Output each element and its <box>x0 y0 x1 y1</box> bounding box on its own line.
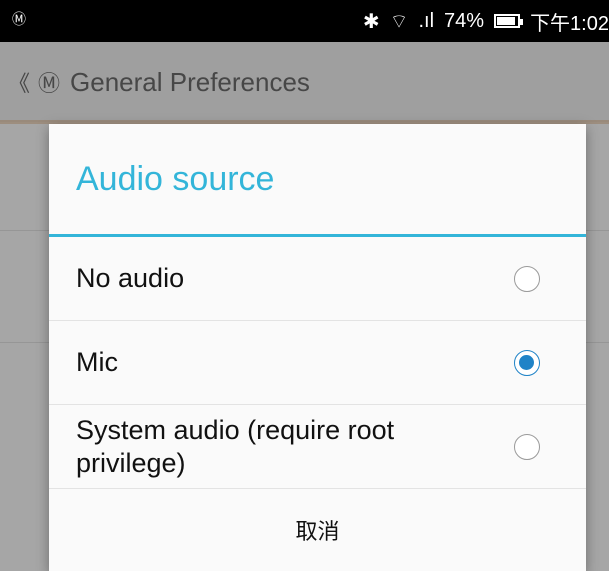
bluetooth-icon: ✱ <box>362 10 380 33</box>
audio-source-dialog: Audio source No audio Mic System audio (… <box>49 124 586 571</box>
battery-percent: 74% <box>444 9 485 32</box>
option-no-audio[interactable]: No audio <box>49 237 586 321</box>
cancel-button[interactable]: 取消 <box>49 489 586 571</box>
battery-icon <box>494 14 524 28</box>
wifi-icon: ⌔ <box>389 10 409 33</box>
recording-indicator-icon: Ⓜ <box>12 11 26 27</box>
option-mic[interactable]: Mic <box>49 321 586 405</box>
radio-no-audio[interactable] <box>514 265 540 292</box>
option-label: No audio <box>76 263 185 293</box>
radio-mic[interactable] <box>514 349 540 376</box>
clock: 下午1:02 <box>530 12 609 35</box>
status-bar: Ⓜ ✱ ⌔ .ıl 74% 下午1:02 <box>0 0 609 42</box>
status-icons: ✱ ⌔ .ıl 74% 下午1:02 <box>363 0 609 42</box>
signal-icon: .ıl <box>418 9 435 32</box>
option-label: Mic <box>76 347 118 377</box>
option-system-audio[interactable]: System audio (require root privilege) <box>49 405 586 489</box>
dialog-title: Audio source <box>76 160 275 198</box>
radio-system-audio[interactable] <box>514 433 540 460</box>
option-label: System audio (require root privilege) <box>76 414 395 478</box>
